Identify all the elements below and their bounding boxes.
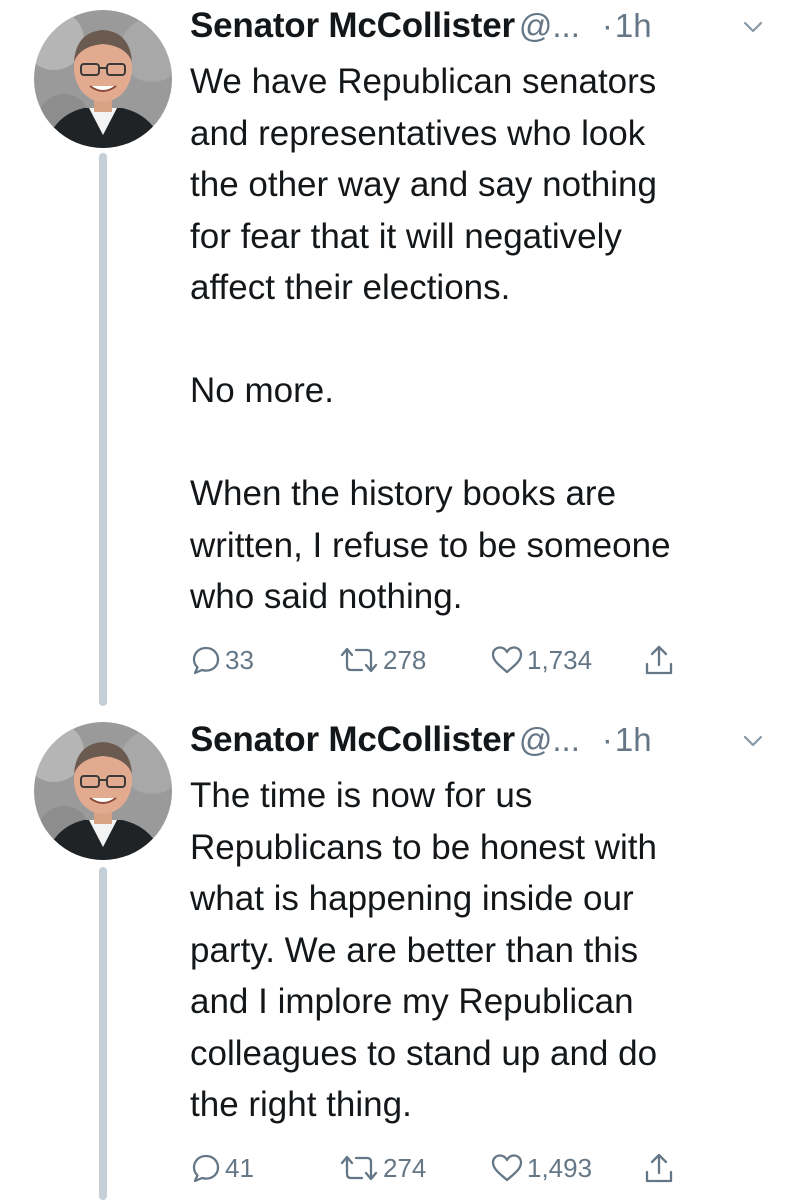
reply-button[interactable]: 33 (190, 640, 254, 680)
share-button[interactable] (642, 640, 676, 680)
retweet-button[interactable]: 278 (338, 640, 426, 680)
tweet-header: Senator McCollister @... ·1h (190, 720, 770, 768)
tweet-header: Senator McCollister @... ·1h (190, 6, 770, 54)
chevron-down-icon[interactable] (742, 16, 764, 38)
author-name[interactable]: Senator McCollister (190, 6, 515, 45)
author-name[interactable]: Senator McCollister (190, 720, 515, 759)
like-count: 1,734 (527, 644, 593, 675)
heart-icon (491, 646, 523, 674)
like-count: 1,493 (527, 1152, 593, 1183)
retweet-icon (340, 1155, 378, 1181)
retweet-count: 274 (383, 1152, 427, 1183)
reply-count: 33 (225, 644, 254, 675)
avatar-photo (34, 722, 172, 860)
like-button[interactable]: 1,493 (490, 1148, 592, 1188)
avatar[interactable] (34, 722, 172, 860)
separator-dot: · (601, 721, 613, 758)
reply-icon (192, 1154, 220, 1183)
separator-dot: · (601, 7, 613, 44)
tweet-text: The time is now for us Republicans to be… (190, 776, 658, 1124)
reply-button[interactable]: 41 (190, 1148, 254, 1188)
timestamp[interactable]: 1h (615, 7, 652, 44)
tweet-text: We have Republican senators and represen… (190, 62, 671, 616)
tweet[interactable]: Senator McCollister @... ·1h The time is n… (0, 712, 793, 1200)
share-icon (645, 1153, 673, 1183)
chevron-down-icon[interactable] (742, 730, 764, 752)
tweet-actions: 33 278 1,734 (190, 640, 750, 680)
tweet-actions: 41 274 1,493 (190, 1148, 750, 1188)
reply-count: 41 (225, 1152, 254, 1183)
share-button[interactable] (642, 1148, 676, 1188)
retweet-button[interactable]: 274 (338, 1148, 426, 1188)
tweet[interactable]: Senator McCollister @... ·1h We have Repub… (0, 0, 793, 712)
avatar[interactable] (34, 10, 172, 148)
retweet-count: 278 (383, 644, 427, 675)
like-button[interactable]: 1,734 (490, 640, 592, 680)
retweet-icon (340, 647, 378, 673)
author-handle[interactable]: @... (519, 721, 580, 758)
timestamp[interactable]: 1h (615, 721, 652, 758)
thread-line (99, 153, 107, 706)
author-handle[interactable]: @... (519, 7, 580, 44)
share-icon (645, 645, 673, 675)
reply-icon (192, 646, 220, 675)
heart-icon (491, 1154, 523, 1182)
avatar-photo (34, 10, 172, 148)
thread-line (99, 867, 107, 1200)
